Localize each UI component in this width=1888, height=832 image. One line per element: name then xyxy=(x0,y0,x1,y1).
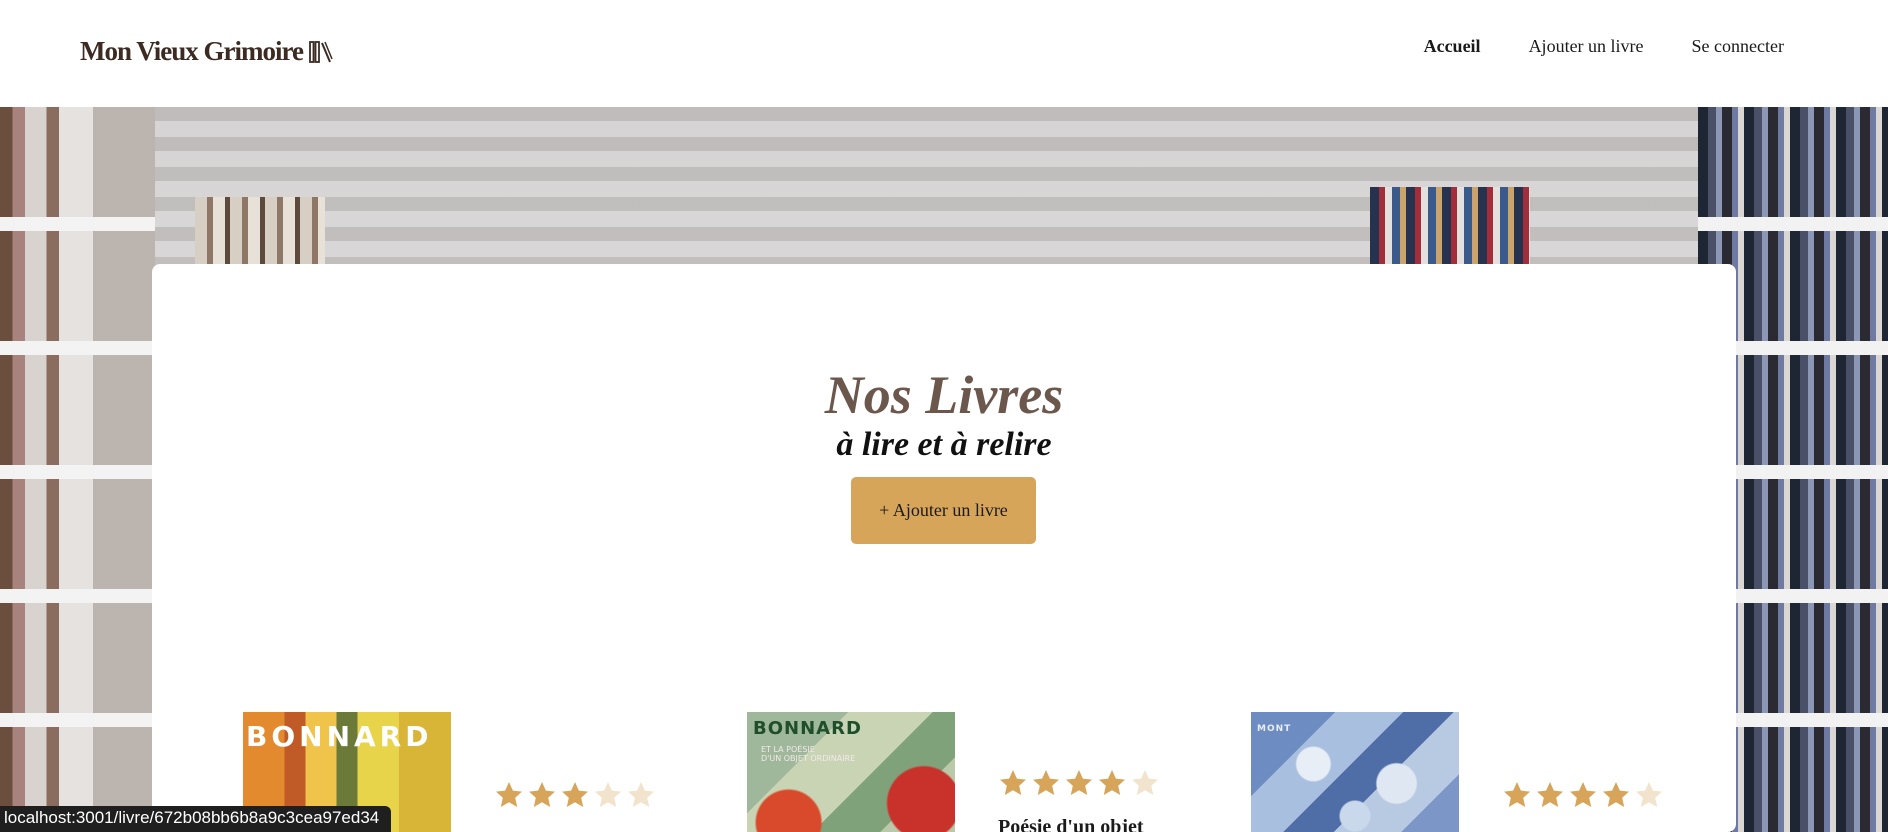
star-filled-icon xyxy=(562,782,588,807)
books-decoration xyxy=(195,197,325,267)
logo-text: Mon Vieux Grimoire xyxy=(80,36,304,66)
cover-title: MONT xyxy=(1257,724,1292,734)
star-rating xyxy=(494,780,656,810)
star-filled-icon xyxy=(1099,770,1125,795)
site-header: Mon Vieux Grimoire Accueil Ajouter un li… xyxy=(0,0,1888,107)
star-filled-icon xyxy=(496,782,522,807)
books-icon xyxy=(309,40,333,64)
status-bar-url: localhost:3001/livre/672b08bb6b8a9c3cea9… xyxy=(0,806,392,832)
star-filled-icon xyxy=(529,782,555,807)
main-nav: Accueil Ajouter un livre Se connecter xyxy=(1424,36,1784,57)
star-empty-icon xyxy=(1132,770,1158,795)
page-title: Nos Livres xyxy=(824,365,1064,425)
book-cover[interactable]: BONNARD ET LA POÉSIE D'UN OBJET ORDINAIR… xyxy=(747,712,955,832)
star-rating xyxy=(998,768,1160,798)
cover-title: BONNARD xyxy=(753,718,862,739)
star-filled-icon xyxy=(1570,782,1596,807)
star-empty-icon xyxy=(1636,782,1662,807)
star-filled-icon xyxy=(1000,770,1026,795)
add-book-button[interactable]: + Ajouter un livre xyxy=(851,477,1036,544)
star-filled-icon xyxy=(1504,782,1530,807)
nav-link-add-book[interactable]: Ajouter un livre xyxy=(1529,36,1644,57)
books-decoration xyxy=(1370,187,1530,267)
star-filled-icon xyxy=(1603,782,1629,807)
star-empty-icon xyxy=(595,782,621,807)
book-cover[interactable]: MONT xyxy=(1251,712,1459,832)
logo[interactable]: Mon Vieux Grimoire xyxy=(80,36,333,67)
cover-subtitle: ET LA POÉSIE D'UN OBJET ORDINAIRE xyxy=(761,745,856,763)
book-title[interactable]: Poésie d'un objet xyxy=(998,816,1144,832)
books-card: Nos Livres à lire et à relire + Ajouter … xyxy=(152,264,1736,832)
star-rating xyxy=(1502,780,1664,810)
nav-link-accueil[interactable]: Accueil xyxy=(1424,36,1481,57)
star-filled-icon xyxy=(1066,770,1092,795)
nav-link-login[interactable]: Se connecter xyxy=(1692,36,1784,57)
cover-title: BONNARD xyxy=(246,720,433,753)
star-filled-icon xyxy=(1033,770,1059,795)
star-filled-icon xyxy=(1537,782,1563,807)
star-empty-icon xyxy=(628,782,654,807)
page-subtitle: à lire et à relire xyxy=(836,426,1052,463)
left-bookshelf xyxy=(0,107,155,832)
